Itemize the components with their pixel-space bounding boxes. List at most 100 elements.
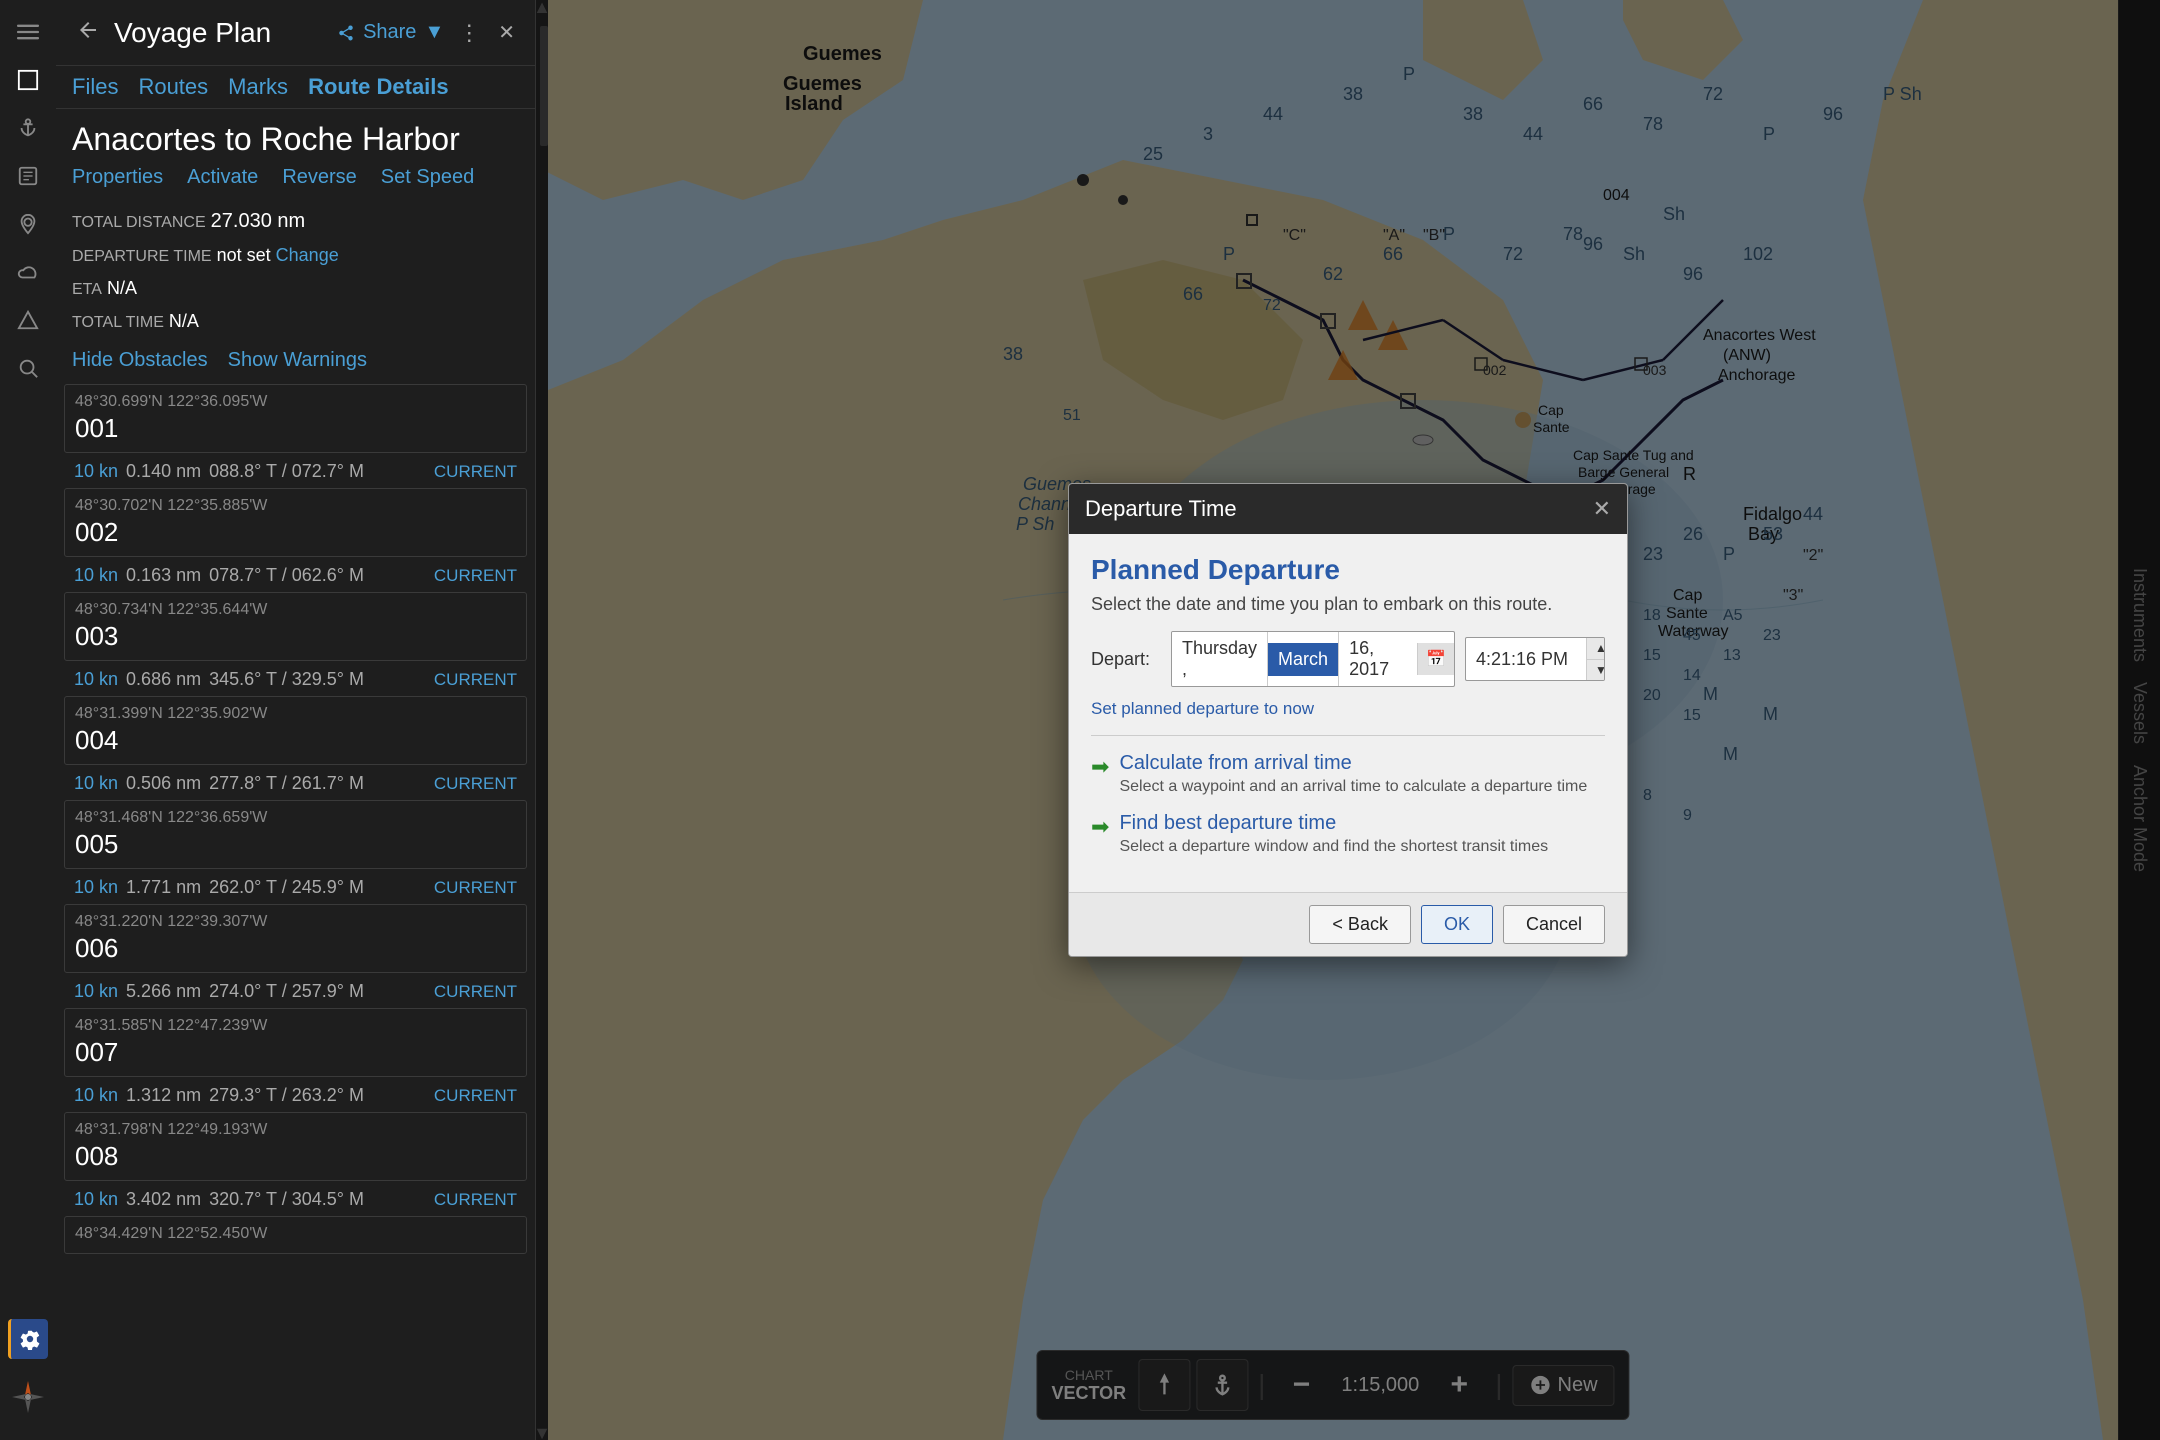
leg-dist: 5.266 nm [126, 981, 201, 1002]
date-month[interactable]: March [1268, 643, 1338, 676]
waypoint-num: 001 [75, 413, 516, 444]
current-badge: CURRENT [434, 982, 517, 1002]
reverse-link[interactable]: Reverse [282, 166, 356, 189]
activate-link[interactable]: Activate [187, 166, 258, 189]
waypoint-leg: 10 kn 1.312 nm 279.3° T / 263.2° M CURRE… [64, 1079, 527, 1112]
waypoint-num: 002 [75, 517, 516, 548]
date-day: Thursday , [1172, 632, 1268, 686]
show-warnings-link[interactable]: Show Warnings [228, 349, 367, 372]
dialog-footer: < Back OK Cancel [1069, 892, 1627, 956]
option1-arrow-icon: ➡ [1091, 754, 1109, 780]
leg-dist: 0.686 nm [126, 669, 201, 690]
dialog-close-button[interactable]: ✕ [1593, 498, 1611, 520]
leg-bearing: 345.6° T / 329.5° M [209, 669, 364, 690]
properties-link[interactable]: Properties [72, 166, 163, 189]
time-decrement-button[interactable]: ▼ [1587, 660, 1605, 681]
waypoint-item[interactable]: 48°30.699'N 122°36.095'W 001 [64, 384, 527, 453]
leg-speed: 10 kn [74, 981, 118, 1002]
waypoint-item[interactable]: 48°34.429'N 122°52.450'W [64, 1216, 527, 1254]
eta-label: ETA [72, 281, 102, 298]
panel-title: Voyage Plan [114, 17, 327, 49]
time-increment-button[interactable]: ▲ [1587, 638, 1605, 660]
route-name: Anacortes to Roche Harbor [56, 109, 535, 166]
nav-files[interactable]: Files [72, 74, 118, 100]
waypoint-icon[interactable] [8, 204, 48, 244]
leg-bearing: 274.0° T / 257.9° M [209, 981, 364, 1002]
dialog-options-section: ➡ Calculate from arrival time Select a w… [1091, 735, 1605, 856]
find-best-departure-option[interactable]: ➡ Find best departure time Select a depa… [1091, 812, 1605, 856]
calculate-arrival-option[interactable]: ➡ Calculate from arrival time Select a w… [1091, 752, 1605, 796]
waypoint-leg: 10 kn 0.506 nm 277.8° T / 261.7° M CURRE… [64, 767, 527, 800]
waypoint-item[interactable]: 48°31.220'N 122°39.307'W 006 [64, 904, 527, 973]
waypoint-item[interactable]: 48°31.798'N 122°49.193'W 008 [64, 1112, 527, 1181]
waypoint-leg: 10 kn 0.163 nm 078.7° T / 062.6° M CURRE… [64, 559, 527, 592]
eta-val: N/A [107, 278, 137, 298]
waypoint-item[interactable]: 48°30.734'N 122°35.644'W 003 [64, 592, 527, 661]
current-badge: CURRENT [434, 1086, 517, 1106]
cancel-button[interactable]: Cancel [1503, 905, 1605, 944]
search-icon[interactable] [8, 348, 48, 388]
date-year: 16, 2017 [1338, 632, 1417, 686]
route-actions: Properties Activate Reverse Set Speed [56, 166, 535, 199]
calendar-button[interactable]: 📅 [1417, 643, 1454, 675]
total-time-val: N/A [169, 311, 199, 331]
set-speed-link[interactable]: Set Speed [381, 166, 474, 189]
share-button[interactable]: Share ▼ [337, 21, 444, 44]
route-obstacle-links: Hide Obstacles Show Warnings [56, 341, 535, 384]
hide-obstacles-link[interactable]: Hide Obstacles [72, 349, 208, 372]
leg-dist: 1.312 nm [126, 1085, 201, 1106]
waypoint-item[interactable]: 48°31.399'N 122°35.902'W 004 [64, 696, 527, 765]
current-badge: CURRENT [434, 878, 517, 898]
departure-time-dialog: Departure Time ✕ Planned Departure Selec… [1068, 483, 1628, 957]
waypoint-num: 006 [75, 933, 516, 964]
time-value: 4:21:16 PM [1466, 643, 1586, 676]
notes-icon[interactable] [8, 156, 48, 196]
nav-route-details[interactable]: Route Details [308, 74, 449, 100]
waypoint-item[interactable]: 48°30.702'N 122°35.885'W 002 [64, 488, 527, 557]
departure-val: not set [217, 245, 271, 265]
waypoint-item[interactable]: 48°31.468'N 122°36.659'W 005 [64, 800, 527, 869]
square-icon[interactable] [8, 60, 48, 100]
total-distance-val: 27.030 nm [211, 210, 306, 232]
date-field[interactable]: Thursday , March 16, 2017 📅 [1171, 631, 1455, 687]
ok-button[interactable]: OK [1421, 905, 1493, 944]
current-badge: CURRENT [434, 1190, 517, 1210]
leg-speed: 10 kn [74, 773, 118, 794]
departure-change-link[interactable]: Change [276, 245, 339, 265]
settings-icon[interactable] [8, 1319, 48, 1359]
leg-bearing: 262.0° T / 245.9° M [209, 877, 364, 898]
waypoint-leg: 10 kn 0.686 nm 345.6° T / 329.5° M CURRE… [64, 663, 527, 696]
weather-icon[interactable] [8, 252, 48, 292]
waypoint-coords: 48°31.798'N 122°49.193'W [75, 1121, 516, 1139]
waypoint-coords: 48°31.585'N 122°47.239'W [75, 1017, 516, 1035]
waypoint-num: 008 [75, 1141, 516, 1172]
more-button[interactable]: ⋮ [454, 16, 484, 50]
current-badge: CURRENT [434, 670, 517, 690]
voyage-panel: Voyage Plan Share ▼ ⋮ ✕ Files Routes Mar… [56, 0, 536, 1440]
close-button[interactable]: ✕ [494, 16, 519, 49]
set-now-link[interactable]: Set planned departure to now [1091, 699, 1605, 719]
time-spinner[interactable]: ▲ ▼ [1586, 638, 1605, 681]
nav-routes[interactable]: Routes [138, 74, 208, 100]
leg-bearing: 078.7° T / 062.6° M [209, 565, 364, 586]
back-button[interactable]: < Back [1309, 905, 1411, 944]
triangle-icon[interactable] [8, 300, 48, 340]
option2-arrow-icon: ➡ [1091, 814, 1109, 840]
total-time-label: TOTAL TIME [72, 314, 164, 331]
waypoint-coords: 48°30.699'N 122°36.095'W [75, 393, 516, 411]
dialog-description: Select the date and time you plan to emb… [1091, 594, 1605, 615]
waypoint-item[interactable]: 48°31.585'N 122°47.239'W 007 [64, 1008, 527, 1077]
back-button[interactable] [72, 14, 104, 51]
leg-dist: 3.402 nm [126, 1189, 201, 1210]
nav-marks[interactable]: Marks [228, 74, 288, 100]
app-container: Voyage Plan Share ▼ ⋮ ✕ Files Routes Mar… [0, 0, 2160, 1440]
waypoint-coords: 48°31.220'N 122°39.307'W [75, 913, 516, 931]
compass-rose-icon [2, 1371, 54, 1428]
dialog-title: Departure Time [1085, 496, 1237, 522]
modal-overlay[interactable]: Departure Time ✕ Planned Departure Selec… [536, 0, 2160, 1440]
waypoint-leg: 10 kn 0.140 nm 088.8° T / 072.7° M CURRE… [64, 455, 527, 488]
menu-icon[interactable] [8, 12, 48, 52]
time-field[interactable]: 4:21:16 PM ▲ ▼ [1465, 637, 1605, 682]
anchor-icon[interactable] [8, 108, 48, 148]
option1-desc: Select a waypoint and an arrival time to… [1119, 778, 1587, 796]
